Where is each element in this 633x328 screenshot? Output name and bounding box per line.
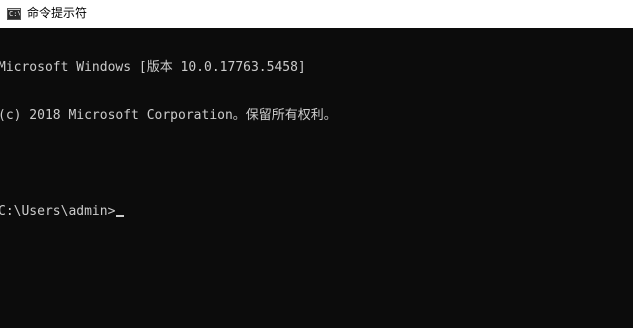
console-output[interactable]: Microsoft Windows [版本 10.0.17763.5458] (… — [0, 28, 633, 328]
window-title: 命令提示符 — [27, 6, 88, 20]
cmd-console-icon: C:\ — [7, 8, 21, 20]
prompt-text: C:\Users\admin> — [0, 204, 116, 219]
title-bar[interactable]: C:\ 命令提示符 — [0, 0, 633, 28]
command-line[interactable]: C:\Users\admin> — [0, 204, 633, 220]
command-prompt-window: C:\ 命令提示符 Microsoft Windows [版本 10.0.177… — [0, 0, 633, 328]
console-line-copyright: (c) 2018 Microsoft Corporation。保留所有权利。 — [0, 108, 337, 123]
console-line-version: Microsoft Windows [版本 10.0.17763.5458] — [0, 60, 306, 75]
text-cursor — [116, 215, 125, 217]
